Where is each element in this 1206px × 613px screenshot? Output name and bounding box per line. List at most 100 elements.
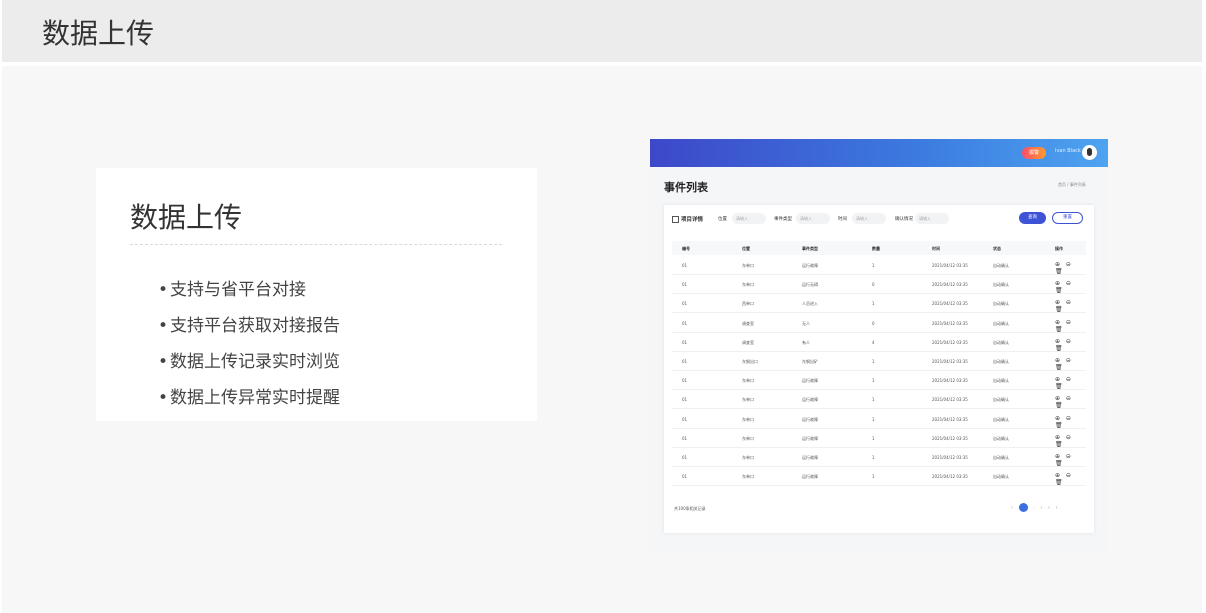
table-cell: 2021/04/12 03:35 xyxy=(932,474,968,480)
feature-card: 数据上传 • 支持与省平台对接 • 支持平台获取对接报告 • 数据上传记录实时浏览 •… xyxy=(96,168,537,421)
query-button[interactable]: 查询 xyxy=(1019,212,1046,224)
table-cell: 01 xyxy=(682,416,688,422)
page-title: 数据上传 xyxy=(42,17,155,50)
table-cell: 01 xyxy=(682,397,688,403)
row-actions[interactable]: ⊕ ⊖ 🗑 xyxy=(1055,376,1086,390)
last-page-button[interactable]: › xyxy=(1056,505,1058,511)
table-row[interactable]: 01 东单口 运行故障 1 2021/04/12 03:35 自动确认 ⊕ ⊖ 🗑 xyxy=(672,447,1086,467)
table-row[interactable]: 01 东钢出口 东钢出矿 1 2021/04/12 03:35 自动确认 ⊕ ⊖ 🗑 xyxy=(672,351,1086,371)
table-row[interactable]: 01 东单口 运行故障 1 2021/04/12 03:35 自动确认 ⊕ ⊖ 🗑 xyxy=(672,409,1086,429)
table-cell: 2021/04/12 03:35 xyxy=(932,301,968,307)
row-actions[interactable]: ⊕ ⊖ 🗑 xyxy=(1055,434,1086,448)
location-label: 位置 xyxy=(718,217,727,222)
user-name[interactable]: Ivan Black xyxy=(1055,148,1081,154)
row-actions[interactable]: ⊕ ⊖ 🗑 xyxy=(1055,280,1086,294)
table-cell: 东钢出矿 xyxy=(802,359,818,364)
table-cell: 0 xyxy=(872,320,875,326)
table-cell: 2021/04/12 03:35 xyxy=(932,435,968,441)
table-cell: 东单口 xyxy=(742,455,754,460)
row-actions[interactable]: ⊕ ⊖ 🗑 xyxy=(1055,338,1086,352)
project-detail-label: 项目详情 xyxy=(672,215,703,223)
prev-page-button[interactable]: ‹ xyxy=(1011,505,1013,511)
time-label: 时间 xyxy=(838,217,847,222)
row-actions[interactable]: ⊕ ⊖ 🗑 xyxy=(1055,472,1086,486)
table-cell: 自动确认 xyxy=(993,339,1009,345)
location-input[interactable]: 请输入 xyxy=(732,213,766,224)
event-type-input[interactable]: 请输入 xyxy=(796,213,830,224)
table-row[interactable]: 01 调查室 无人 0 2021/04/12 03:35 自动确认 ⊕ ⊖ 🗑 xyxy=(672,313,1086,333)
table-cell: 01 xyxy=(682,339,688,345)
table-cell: 2021/04/12 03:35 xyxy=(932,339,968,345)
row-actions[interactable]: ⊕ ⊖ 🗑 xyxy=(1055,357,1086,371)
row-actions[interactable]: ⊕ ⊖ 🗑 xyxy=(1055,453,1086,467)
page-3-button[interactable]: › xyxy=(1040,505,1042,511)
table-header: 编号 位置 事件类型 数量 时间 状态 操作 xyxy=(672,241,1086,255)
feature-item: • 支持与省平台对接 xyxy=(158,280,306,300)
table-cell: 运行故障 xyxy=(802,397,818,403)
row-actions[interactable]: ⊕ ⊖ 🗑 xyxy=(1055,319,1086,333)
table-row[interactable]: 01 东单口 运行故障 1 2021/04/12 03:35 自动确认 ⊕ ⊖ 🗑 xyxy=(672,370,1086,391)
table-cell: 自动确认 xyxy=(993,455,1009,460)
table-cell: 1 xyxy=(872,455,875,460)
table-cell: 东单口 xyxy=(742,474,754,480)
table-cell: 2021/04/12 03:35 xyxy=(932,320,968,326)
feature-item-text: 支持平台获取对接报告 xyxy=(170,316,340,336)
table-cell: 1 xyxy=(872,378,875,384)
table-card: 项目详情 位置 请输入 事件类型 请输入 时间 请输入 确认情况 请输入 查询 … xyxy=(664,205,1094,533)
row-actions[interactable]: ⊕ ⊖ 🗑 xyxy=(1055,299,1086,313)
table-cell: 01 xyxy=(682,455,688,460)
table-row[interactable]: 01 东单口 运行故障 1 2021/04/12 03:35 自动确认 ⊕ ⊖ 🗑 xyxy=(672,466,1086,487)
feature-list: • 支持与省平台对接 • 支持平台获取对接报告 • 数据上传记录实时浏览 • 数据上传异… xyxy=(158,276,340,420)
table-cell: 2021/04/12 03:35 xyxy=(932,455,968,460)
table-cell: 运行故障 xyxy=(802,455,818,460)
table-cell: 自动确认 xyxy=(993,263,1009,268)
reset-button[interactable]: 重置 xyxy=(1052,212,1083,224)
preview-topbar: 报警 Ivan Black xyxy=(650,139,1108,167)
table-row[interactable]: 01 调查室 有人 4 2021/04/12 03:35 自动确认 ⊕ ⊖ 🗑 xyxy=(672,332,1086,352)
page-1-button[interactable] xyxy=(1018,503,1028,512)
row-actions[interactable]: ⊕ ⊖ 🗑 xyxy=(1055,415,1086,429)
table-cell: 4 xyxy=(872,339,875,345)
page-2-button[interactable]: · xyxy=(1033,505,1035,511)
table-cell: 自动确认 xyxy=(993,320,1009,326)
feature-item-text: 支持与省平台对接 xyxy=(170,280,306,300)
pagination[interactable]: ‹ · › › › xyxy=(1009,503,1060,512)
table-cell: 自动确认 xyxy=(993,301,1009,307)
col-header-count: 数量 xyxy=(872,246,880,251)
table-cell: 01 xyxy=(682,320,688,326)
table-row[interactable]: 01 西单口 人员进入 1 2021/04/12 03:35 自动确认 ⊕ ⊖ 🗑 xyxy=(672,293,1086,314)
table-cell: 1 xyxy=(872,397,875,403)
table-cell: 1 xyxy=(872,474,875,480)
alarm-badge[interactable]: 报警 xyxy=(1022,147,1046,159)
table-cell: 无人 xyxy=(802,320,810,326)
table-cell: 01 xyxy=(682,359,688,364)
table-cell: 自动确认 xyxy=(993,378,1009,384)
table-cell: 调查室 xyxy=(742,339,754,345)
table-cell: 运行故障 xyxy=(802,416,818,422)
table-row[interactable]: 01 东单口 运行故障 1 2021/04/12 03:35 自动确认 ⊕ ⊖ 🗑 xyxy=(672,428,1086,448)
next-page-button[interactable]: › xyxy=(1048,505,1050,511)
row-actions[interactable]: ⊕ ⊖ 🗑 xyxy=(1055,261,1086,275)
table-row[interactable]: 01 东单口 运行故障 1 2021/04/12 03:35 自动确认 ⊕ ⊖ 🗑 xyxy=(672,389,1086,410)
table-cell: 2021/04/12 03:35 xyxy=(932,378,968,384)
table-cell: 1 xyxy=(872,263,875,268)
table-row[interactable]: 01 东单口 运行故障 1 2021/04/12 03:35 自动确认 ⊕ ⊖ 🗑 xyxy=(672,255,1086,275)
table-cell: 运行故障 xyxy=(802,474,818,480)
table-cell: 自动确认 xyxy=(993,397,1009,403)
feature-item: • 数据上传异常实时提醒 xyxy=(158,388,340,408)
table-cell: 01 xyxy=(682,282,688,288)
table-cell: 2021/04/12 03:35 xyxy=(932,359,968,364)
time-input[interactable]: 请输入 xyxy=(852,213,886,224)
avatar[interactable] xyxy=(1082,145,1097,160)
table-cell: 2021/04/12 03:35 xyxy=(932,416,968,422)
table-row[interactable]: 01 东单口 运行无碍 0 2021/04/12 03:35 自动确认 ⊕ ⊖ 🗑 xyxy=(672,274,1086,295)
confirm-input[interactable]: 请输入 xyxy=(915,213,949,224)
feature-item: • 数据上传记录实时浏览 xyxy=(158,352,340,372)
row-actions[interactable]: ⊕ ⊖ 🗑 xyxy=(1055,395,1086,409)
table-cell: 自动确认 xyxy=(993,416,1009,422)
table-cell: 人员进入 xyxy=(802,301,818,307)
confirm-label: 确认情况 xyxy=(895,217,913,222)
page-header: 数据上传 xyxy=(2,0,1202,62)
table-cell: 2021/04/12 03:35 xyxy=(932,397,968,403)
table-cell: 自动确认 xyxy=(993,435,1009,441)
